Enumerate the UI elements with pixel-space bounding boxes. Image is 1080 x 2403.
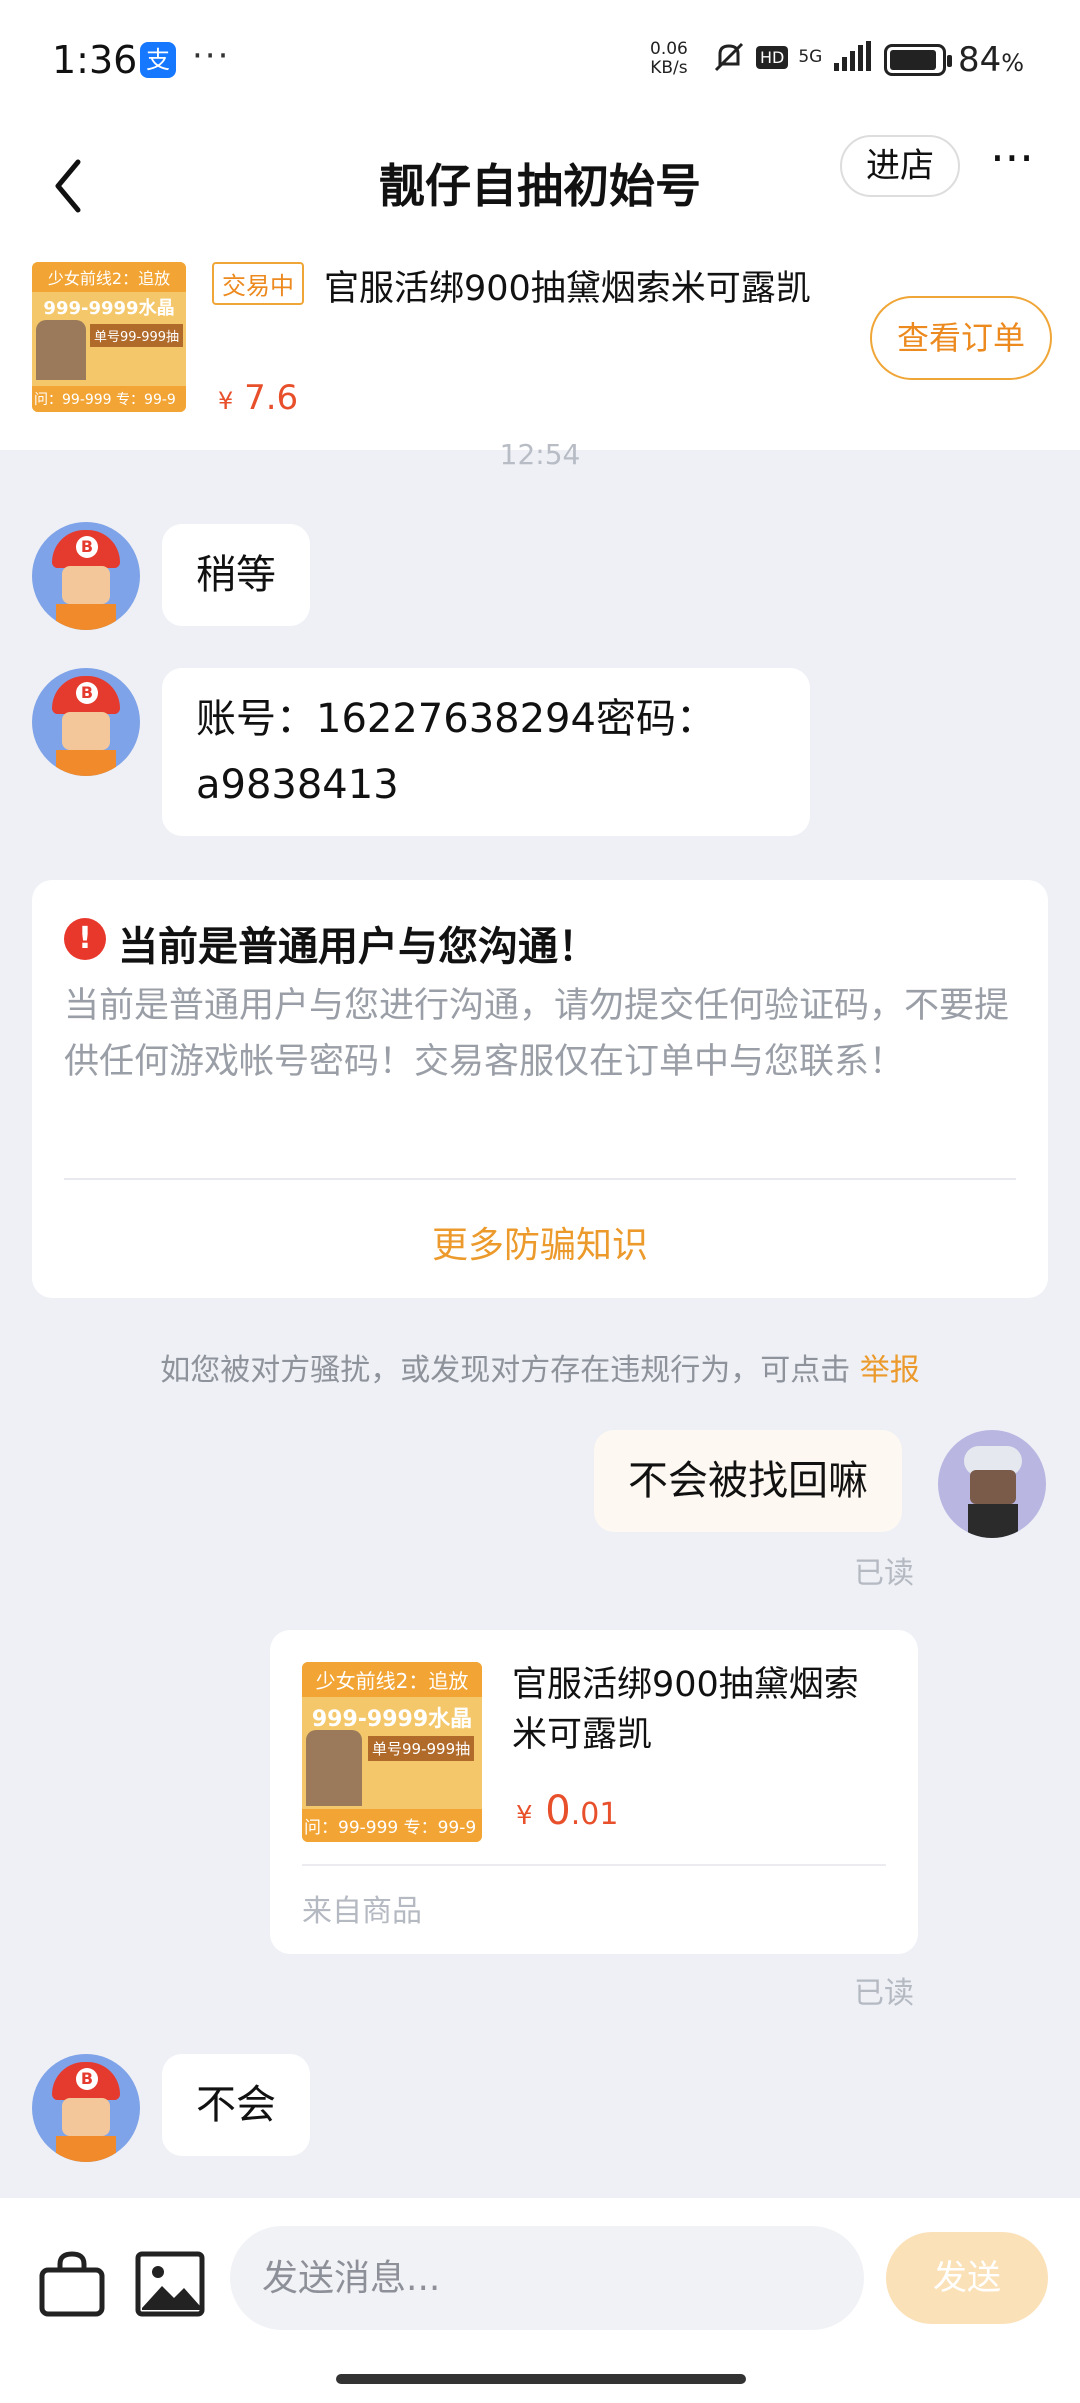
status-icons: HD 5G [712,40,872,74]
product-price: ¥ 7.6 [218,378,299,418]
thumb-character [306,1730,362,1806]
thumb-footer: 问：99-999 专：99-9 [302,1809,482,1842]
card-thumbnail: 少女前线2：追放 999-9999水晶 单号99-999抽 问：99-999 专… [302,1662,482,1842]
thumb-crystal: 999-9999水晶 [43,298,175,319]
read-receipt: 已读 [854,1976,914,2011]
divider [64,1178,1016,1180]
product-thumbnail[interactable]: 少女前线2：追放 999-9999水晶 单号99-999抽 问：99-999 专… [32,262,186,412]
message-input[interactable] [230,2226,864,2330]
warning-icon: ! [64,918,106,960]
report-hint: 如您被对方骚扰，或发现对方存在违规行为，可点击 举报 [0,1345,1080,1389]
battery-level: 84% [958,40,1025,80]
thumb-draws: 单号99-999抽 [90,324,184,347]
status-bar: 1:36 支 ··· 0.06 KB/s HD 5G 84% [0,0,1080,120]
home-indicator[interactable] [336,2374,746,2384]
notice-title: 当前是普通用户与您沟通！ [118,924,598,970]
notification-dots: ··· [192,36,231,76]
send-button[interactable]: 发送 [886,2232,1048,2324]
seller-avatar[interactable]: B [32,2054,140,2162]
input-bar: 发送 [0,2198,1080,2403]
thumb-caption: 少女前线2：追放 [32,262,186,292]
signal-icon [834,41,872,71]
shopping-bag-icon[interactable] [36,2248,108,2320]
network-type: 5G [798,47,823,67]
message-bubble[interactable]: 不会 [162,2054,310,2156]
thumb-caption: 少女前线2：追放 [302,1662,482,1697]
seller-avatar[interactable]: B [32,522,140,630]
alipay-icon: 支 [140,42,176,78]
card-title: 官服活绑900抽黛烟索米可露凯 [512,1665,859,1755]
thumb-character [36,320,86,380]
thumb-draws: 单号99-999抽 [368,1736,475,1761]
message-bubble[interactable]: 稍等 [162,524,310,626]
report-hint-text: 如您被对方骚扰，或发现对方存在违规行为，可点击 [160,1353,851,1388]
network-speed-unit: KB/s [650,58,688,78]
message-timestamp: 12:54 [499,438,581,471]
battery-icon [884,44,952,76]
card-source: 来自商品 [302,1894,422,1929]
anti-fraud-link[interactable]: 更多防骗知识 [32,1216,1048,1268]
my-message-bubble[interactable]: 不会被找回嘛 [594,1430,902,1532]
card-price: ¥ 0.01 [516,1788,619,1834]
enter-store-button[interactable]: 进店 [840,135,960,197]
more-options-icon[interactable]: ··· [982,135,1042,190]
seller-avatar[interactable]: B [32,668,140,776]
message-bubble[interactable]: 账号：16227638294密码： a9838413 [162,668,810,836]
message-line: a9838413 [196,762,399,808]
product-card-message[interactable]: 少女前线2：追放 999-9999水晶 单号99-999抽 问：99-999 专… [270,1630,918,1954]
security-notice: ! 当前是普通用户与您沟通！ 当前是普通用户与您进行沟通，请勿提交任何验证码，不… [32,880,1048,1298]
read-receipt: 已读 [854,1556,914,1591]
mute-icon [714,42,744,72]
report-link[interactable]: 举报 [860,1353,920,1388]
view-order-button[interactable]: 查看订单 [870,296,1052,380]
thumb-footer: 问：99-999 专：99-9 [32,386,186,412]
notice-body: 当前是普通用户与您进行沟通，请勿提交任何验证码，不要提供任何游戏帐号密码！交易客… [64,986,1010,1082]
status-time: 1:36 [52,38,138,82]
chat-header: 靓仔自抽初始号 进店 ··· [0,120,1080,250]
thumb-crystal: 999-9999水晶 [311,1707,473,1732]
status-badge: 交易中 [212,262,304,305]
image-icon[interactable] [134,2248,206,2320]
product-title: 官服活绑900抽黛烟索米可露凯 [324,269,811,309]
my-avatar[interactable] [938,1430,1046,1538]
message-line: 账号：16227638294密码： [196,696,716,742]
hd-icon: HD [756,45,789,69]
network-speed-value: 0.06 [650,39,688,59]
product-bar[interactable]: 少女前线2：追放 999-9999水晶 单号99-999抽 问：99-999 专… [0,250,1080,450]
divider [302,1864,886,1866]
network-speed: 0.06 KB/s [650,40,688,78]
